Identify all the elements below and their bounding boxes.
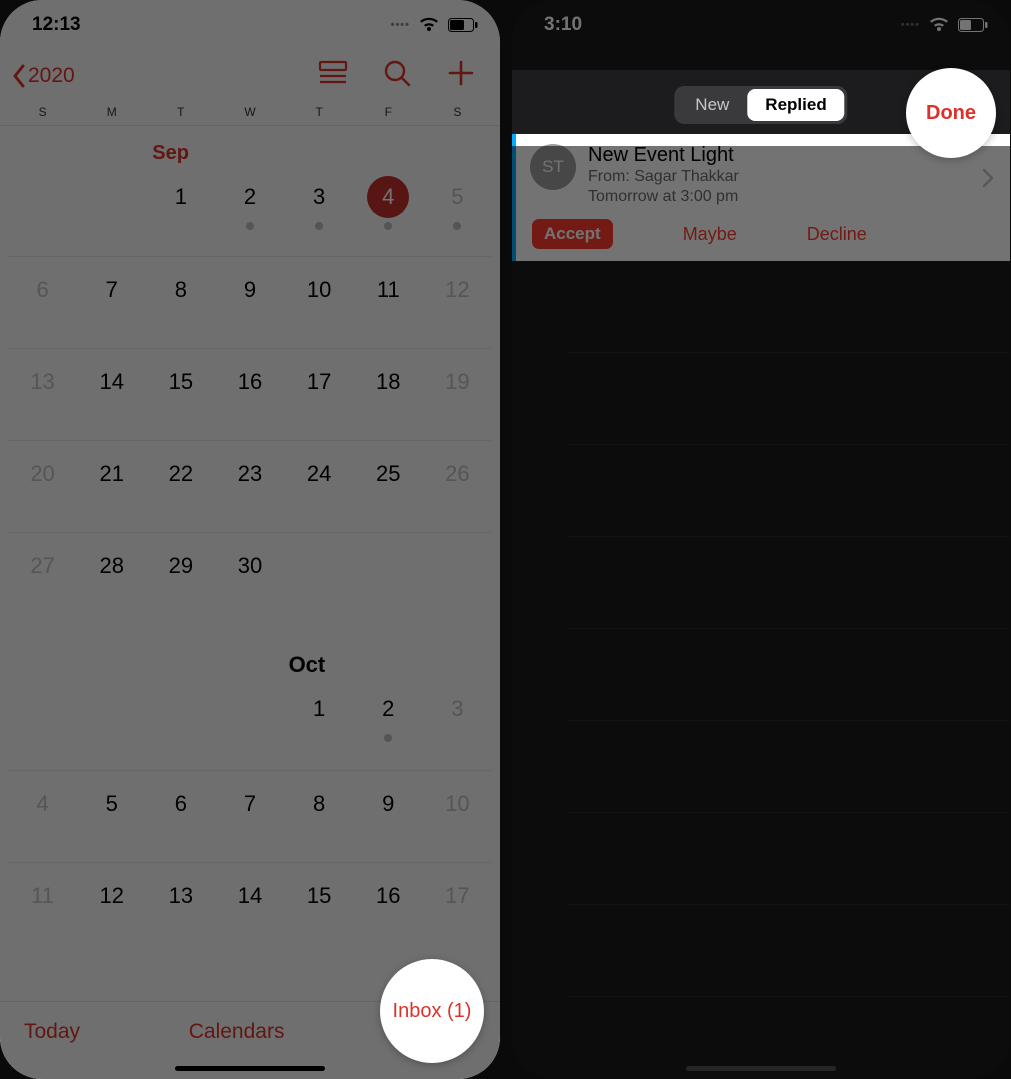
calendar-day[interactable]: 2 [215, 164, 284, 256]
segment-new[interactable]: New [677, 89, 747, 121]
calendar-day[interactable]: 25 [354, 440, 423, 532]
calendar-day[interactable]: 4 [354, 164, 423, 256]
calendar-day[interactable]: Oct1 [285, 678, 354, 770]
day-of-week-header: SMTWTFS [0, 101, 500, 126]
background-day-list [512, 261, 1010, 997]
today-button[interactable]: Today [24, 1020, 80, 1044]
calendar-day[interactable]: 6 [8, 256, 77, 348]
done-label: Done [926, 102, 976, 125]
calendar-day[interactable]: 30 [215, 532, 284, 624]
chevron-left-icon [12, 64, 26, 88]
status-time: 3:10 [544, 14, 582, 36]
calendar-day[interactable]: 9 [354, 770, 423, 862]
calendar-day[interactable]: 23 [215, 440, 284, 532]
calendar-day[interactable]: 19 [423, 348, 492, 440]
nav-bar: 2020 [0, 44, 500, 101]
calendar-day[interactable] [354, 532, 423, 624]
calendar-month-screen: 12:13 •••• 2020 SMTWTFS Sep1234567891011… [0, 0, 500, 1079]
inbox-button[interactable]: Inbox (1) [380, 959, 484, 1063]
calendar-day[interactable]: 14 [215, 862, 284, 954]
calendar-day[interactable]: 29 [146, 532, 215, 624]
back-year-label: 2020 [28, 64, 75, 88]
invite-title: New Event Light [588, 144, 739, 167]
invite-from: From: Sagar Thakkar [588, 167, 739, 187]
cellular-dots-icon: •••• [391, 19, 410, 31]
calendar-day[interactable]: Sep1 [146, 164, 215, 256]
list-view-icon[interactable] [318, 58, 348, 93]
calendar-day[interactable]: 21 [77, 440, 146, 532]
calendar-day[interactable] [215, 678, 284, 770]
calendar-day[interactable]: 22 [146, 440, 215, 532]
calendar-day[interactable]: 10 [423, 770, 492, 862]
battery-icon [448, 18, 478, 32]
calendar-day[interactable]: 7 [215, 770, 284, 862]
segment-replied[interactable]: Replied [747, 89, 844, 121]
wifi-icon [418, 17, 440, 33]
decline-button[interactable]: Decline [807, 224, 867, 245]
back-year-button[interactable]: 2020 [12, 64, 75, 88]
battery-icon [958, 18, 988, 32]
month-grid-container[interactable]: Sep1234567891011121314151617181920212223… [0, 126, 500, 954]
calendar-day[interactable]: 2 [354, 678, 423, 770]
calendar-day[interactable]: 13 [146, 862, 215, 954]
chevron-right-icon [982, 168, 994, 193]
calendar-day[interactable]: 9 [215, 256, 284, 348]
calendars-button[interactable]: Calendars [189, 1020, 285, 1044]
calendar-day[interactable]: 12 [77, 862, 146, 954]
inbox-label: Inbox (1) [393, 1000, 472, 1023]
cellular-dots-icon: •••• [901, 19, 920, 31]
calendar-day[interactable] [423, 532, 492, 624]
calendar-day[interactable]: 6 [146, 770, 215, 862]
status-time: 12:13 [32, 14, 81, 36]
calendar-day[interactable] [8, 164, 77, 256]
calendar-day[interactable]: 15 [146, 348, 215, 440]
status-bar: 12:13 •••• [0, 0, 500, 44]
accept-button[interactable]: Accept [532, 219, 613, 249]
search-icon[interactable] [382, 58, 412, 93]
calendar-day[interactable]: 24 [285, 440, 354, 532]
calendar-day[interactable]: 11 [354, 256, 423, 348]
add-event-icon[interactable] [446, 58, 476, 93]
calendar-inbox-screen: 3:10 •••• New Replied ST New Event Light… [512, 0, 1010, 1079]
calendar-day[interactable]: 15 [285, 862, 354, 954]
calendar-day[interactable]: 14 [77, 348, 146, 440]
calendar-day[interactable]: 17 [423, 862, 492, 954]
calendar-day[interactable]: 8 [285, 770, 354, 862]
calendar-day[interactable] [77, 164, 146, 256]
calendar-day[interactable]: 7 [77, 256, 146, 348]
calendar-day[interactable]: 4 [8, 770, 77, 862]
calendar-day[interactable]: 16 [354, 862, 423, 954]
status-bar: 3:10 •••• [512, 0, 1010, 44]
calendar-day[interactable]: 8 [146, 256, 215, 348]
calendar-day[interactable] [285, 532, 354, 624]
calendar-day[interactable]: 13 [8, 348, 77, 440]
calendar-day[interactable]: 20 [8, 440, 77, 532]
calendar-day[interactable] [146, 678, 215, 770]
calendar-day[interactable]: 10 [285, 256, 354, 348]
calendar-day[interactable] [77, 678, 146, 770]
home-indicator[interactable] [175, 1066, 325, 1071]
calendar-day[interactable]: 5 [77, 770, 146, 862]
calendar-day[interactable]: 27 [8, 532, 77, 624]
home-indicator[interactable] [686, 1066, 836, 1071]
calendar-day[interactable]: 28 [77, 532, 146, 624]
wifi-icon [928, 17, 950, 33]
invite-when: Tomorrow at 3:00 pm [588, 187, 739, 207]
calendar-day[interactable]: 18 [354, 348, 423, 440]
calendar-day[interactable]: 26 [423, 440, 492, 532]
done-button[interactable]: Done [906, 68, 996, 158]
calendar-day[interactable]: 3 [423, 678, 492, 770]
calendar-day[interactable]: 12 [423, 256, 492, 348]
maybe-button[interactable]: Maybe [683, 224, 737, 245]
avatar: ST [530, 144, 576, 190]
calendar-day[interactable]: 11 [8, 862, 77, 954]
calendar-day[interactable]: 16 [215, 348, 284, 440]
calendar-day[interactable]: 3 [285, 164, 354, 256]
calendar-day[interactable]: 5 [423, 164, 492, 256]
calendar-day[interactable] [8, 678, 77, 770]
calendar-day[interactable]: 17 [285, 348, 354, 440]
inbox-segment-control[interactable]: New Replied [674, 86, 847, 124]
